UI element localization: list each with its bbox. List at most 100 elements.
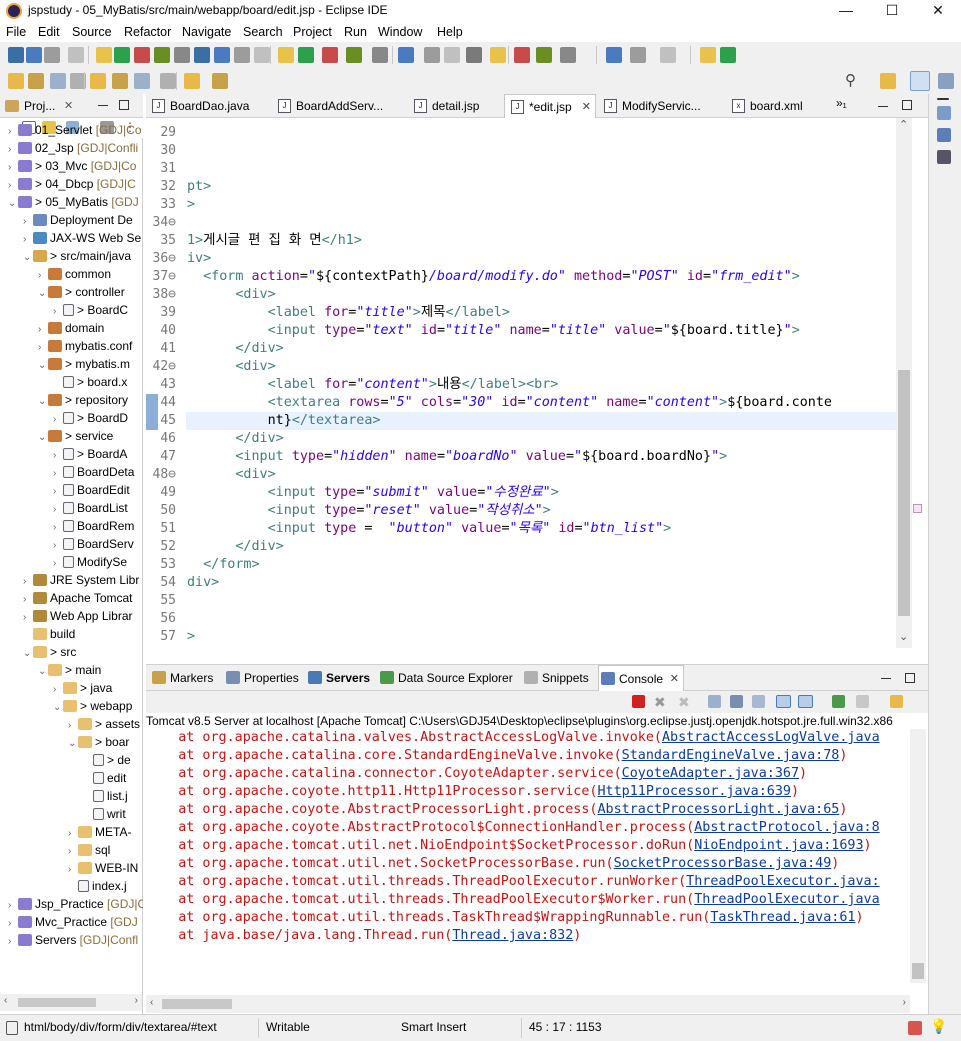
- tree-item[interactable]: index.j: [68, 877, 127, 895]
- tb2-tool-7-icon[interactable]: [134, 73, 150, 89]
- tb1-tool-17-icon[interactable]: [322, 47, 338, 63]
- tree-toggle-icon[interactable]: ›: [8, 933, 18, 951]
- tree-item[interactable]: › JRE System Libr: [23, 571, 139, 589]
- tb1-tool-21-icon[interactable]: [398, 47, 414, 63]
- tb2-tool-2-icon[interactable]: [50, 73, 66, 89]
- editor-tab[interactable]: J *edit.jsp ✕: [504, 94, 596, 118]
- code-line[interactable]: <form action="${contextPath}/board/modif…: [187, 268, 800, 286]
- menu-help[interactable]: Help: [437, 25, 463, 39]
- tb1-tool-12-icon[interactable]: [234, 47, 250, 63]
- code-line[interactable]: iv>: [187, 250, 211, 268]
- tree-item[interactable]: › Web App Librar: [23, 607, 133, 625]
- editor-vscroll[interactable]: ⌃ ⌄: [896, 118, 912, 648]
- word-wrap-icon[interactable]: [752, 695, 765, 708]
- tree-toggle-icon[interactable]: ⌄: [53, 699, 63, 717]
- tree-toggle-icon[interactable]: ⌄: [38, 393, 48, 411]
- tb1-tool-13-icon[interactable]: [254, 47, 270, 63]
- menu-navigate[interactable]: Navigate: [182, 25, 231, 39]
- code-line[interactable]: div>: [187, 574, 219, 592]
- tree-item[interactable]: › Jsp_Practice [GDJ|C: [8, 895, 143, 913]
- code-line[interactable]: <input type="hidden" name="boardNo" valu…: [187, 448, 727, 466]
- tree-item[interactable]: › BoardServ: [53, 535, 134, 553]
- console-vscroll[interactable]: [910, 729, 926, 983]
- tree-toggle-icon[interactable]: ⌄: [38, 663, 48, 681]
- tree-item[interactable]: › META-: [68, 823, 131, 841]
- tb1-tool-15-icon[interactable]: [278, 47, 294, 63]
- code-line[interactable]: <input type = "button" value="목록" id="bt…: [187, 520, 672, 538]
- code-line[interactable]: <div>: [187, 466, 275, 484]
- console-line[interactable]: at java.base/java.lang.Thread.run(Thread…: [146, 927, 581, 945]
- tb2-tool-1-icon[interactable]: [28, 73, 44, 89]
- tb1-tool-19-icon[interactable]: [372, 47, 388, 63]
- display-console-icon[interactable]: [856, 695, 869, 708]
- tb2-tool-0-icon[interactable]: [8, 73, 24, 89]
- menu-project[interactable]: Project: [293, 25, 332, 39]
- clear-console-icon[interactable]: [708, 695, 721, 708]
- tree-item[interactable]: › Deployment De: [23, 211, 133, 229]
- console-line[interactable]: at org.apache.catalina.connector.CoyoteA…: [146, 765, 807, 783]
- tree-item[interactable]: › BoardRem: [53, 517, 134, 535]
- close-icon[interactable]: ✕: [670, 666, 679, 692]
- tb1-tool-9-icon[interactable]: [174, 47, 190, 63]
- console-link[interactable]: Thread.java:832: [452, 928, 573, 943]
- tree-item[interactable]: › > java: [53, 679, 112, 697]
- console-line[interactable]: at org.apache.tomcat.util.threads.TaskTh…: [146, 909, 863, 927]
- editor-tab[interactable]: J BoardAddServ...: [272, 94, 406, 118]
- tree-item[interactable]: › BoardList: [53, 499, 128, 517]
- menu-source[interactable]: Source: [72, 25, 112, 39]
- tb1-tool-32-icon[interactable]: [630, 47, 646, 63]
- console-link[interactable]: Http11Processor.java:639: [597, 784, 790, 799]
- code-line[interactable]: </div>: [187, 538, 283, 556]
- project-explorer-tab[interactable]: Proj...: [24, 99, 55, 113]
- tab-overflow-icon[interactable]: »₁: [836, 96, 847, 110]
- tree-item[interactable]: › BoardEdit: [53, 481, 130, 499]
- tb1-tool-0-icon[interactable]: [8, 47, 24, 63]
- code-line[interactable]: <label for="title">제목</label>: [187, 304, 510, 322]
- jee-perspective-icon[interactable]: [910, 71, 930, 91]
- bottom-tab-servers[interactable]: Servers: [306, 665, 370, 691]
- tb1-tool-1-icon[interactable]: [26, 47, 42, 63]
- menu-edit[interactable]: Edit: [38, 25, 60, 39]
- tree-item[interactable]: ⌄ > mybatis.m: [38, 355, 130, 373]
- outline-view-icon[interactable]: [937, 150, 951, 164]
- scroll-lock-icon[interactable]: [730, 695, 743, 708]
- tree-toggle-icon[interactable]: ⌄: [38, 285, 48, 303]
- tree-item[interactable]: ⌄ > controller: [38, 283, 125, 301]
- code-line[interactable]: <div>: [187, 358, 275, 376]
- minimize-button[interactable]: —: [823, 0, 869, 22]
- tb1-tool-33-icon[interactable]: [660, 47, 676, 63]
- tb2-tool-6-icon[interactable]: [112, 73, 128, 89]
- menu-search[interactable]: Search: [243, 25, 283, 39]
- tree-item[interactable]: ⌄ > main: [38, 661, 101, 679]
- tb1-tool-18-icon[interactable]: [346, 47, 362, 63]
- bottom-tab-data-source-explorer[interactable]: Data Source Explorer: [378, 665, 516, 691]
- code-line[interactable]: <input type="text" id="title" name="titl…: [187, 322, 800, 340]
- tb1-tool-7-icon[interactable]: [134, 47, 150, 63]
- tb1-tool-5-icon[interactable]: [96, 47, 112, 63]
- tree-item[interactable]: ⌄ > webapp: [53, 697, 132, 715]
- error-log-icon[interactable]: [908, 1021, 922, 1035]
- tree-item[interactable]: › BoardDeta: [53, 463, 134, 481]
- console-line[interactable]: at org.apache.coyote.AbstractProcessorLi…: [146, 801, 847, 819]
- minimize-panel-icon[interactable]: [881, 678, 891, 679]
- close-icon[interactable]: ✕: [64, 99, 73, 112]
- tb2-tool-5-icon[interactable]: [90, 73, 106, 89]
- pin-console-icon[interactable]: [832, 695, 845, 708]
- tree-item[interactable]: ⌄ > 05_MyBatis [GDJ: [8, 193, 139, 211]
- menu-refactor[interactable]: Refactor: [124, 25, 171, 39]
- tb1-tool-36-icon[interactable]: [720, 47, 736, 63]
- remove-launch-icon[interactable]: ✖: [654, 694, 666, 710]
- code-line[interactable]: <input type="submit" value="수정완료">: [187, 484, 559, 502]
- outline-icon[interactable]: [937, 106, 951, 120]
- tip-icon[interactable]: 💡: [930, 1018, 947, 1035]
- console-line[interactable]: at org.apache.catalina.core.StandardEngi…: [146, 747, 847, 765]
- tree-item[interactable]: > de: [83, 751, 131, 769]
- bottom-tab-snippets[interactable]: Snippets: [522, 665, 592, 691]
- bottom-tab-properties[interactable]: Properties: [224, 665, 300, 691]
- code-area[interactable]: pt> >1>게시글 편 집 화 면</h1> iv> <form action="…: [146, 118, 896, 654]
- console-link[interactable]: CoyoteAdapter.java:367: [622, 766, 799, 781]
- code-line[interactable]: <textarea rows="5" cols="30" id="content…: [187, 394, 832, 412]
- console-link[interactable]: AbstractProtocol.java:8: [694, 820, 879, 835]
- code-line[interactable]: </form>: [187, 556, 259, 574]
- code-line[interactable]: nt}</textarea>: [187, 412, 381, 430]
